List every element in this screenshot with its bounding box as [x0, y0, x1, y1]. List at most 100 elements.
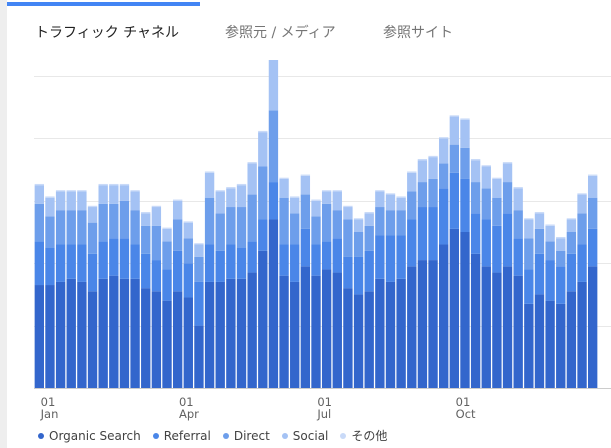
bar-segment[interactable] [119, 238, 130, 279]
bar-segment[interactable] [385, 193, 396, 195]
bar-segment[interactable] [45, 285, 55, 388]
bar-segment[interactable] [183, 238, 193, 264]
bar-segment[interactable] [321, 191, 332, 204]
bar-segment[interactable] [141, 288, 151, 388]
bar-segment[interactable] [364, 291, 374, 388]
tab-traffic-channel[interactable]: トラフィック チャネル [35, 22, 179, 42]
bar-segment[interactable] [34, 285, 44, 388]
bar-segment[interactable] [87, 205, 98, 208]
bar-segment[interactable] [396, 235, 406, 279]
bar-segment[interactable] [247, 241, 257, 273]
bar-segment[interactable] [258, 130, 268, 133]
bar-segment[interactable] [364, 250, 374, 292]
bar-segment[interactable] [407, 266, 417, 388]
bar-segment[interactable] [194, 281, 204, 326]
bar-segment[interactable] [385, 281, 396, 388]
bar-segment[interactable] [194, 243, 204, 245]
bar-segment[interactable] [566, 253, 577, 292]
bar-segment[interactable] [513, 210, 523, 239]
bar-segment[interactable] [534, 253, 545, 295]
bar-segment[interactable] [183, 222, 193, 239]
bar-segment[interactable] [460, 147, 470, 179]
bar-segment[interactable] [588, 228, 598, 267]
legend-item[interactable]: その他 [340, 427, 387, 444]
bar-segment[interactable] [524, 303, 534, 388]
bar-segment[interactable] [407, 171, 417, 173]
bar-segment[interactable] [353, 232, 364, 257]
bar-segment[interactable] [204, 244, 215, 282]
bar-segment[interactable] [439, 137, 449, 139]
bar-segment[interactable] [492, 272, 502, 388]
bar-segment[interactable] [439, 188, 449, 245]
bar-segment[interactable] [353, 256, 364, 295]
bar-segment[interactable] [162, 241, 172, 270]
bar-segment[interactable] [130, 244, 140, 279]
bar-segment[interactable] [577, 244, 587, 282]
bar-segment[interactable] [439, 138, 449, 164]
legend-item[interactable]: Organic Search [38, 429, 141, 443]
bar-segment[interactable] [151, 260, 162, 292]
bar-segment[interactable] [226, 278, 236, 388]
bar-segment[interactable] [513, 238, 523, 276]
bar-segment[interactable] [236, 183, 247, 186]
bar-segment[interactable] [577, 213, 587, 245]
bar-segment[interactable] [119, 185, 130, 201]
bar-segment[interactable] [502, 182, 513, 214]
bar-segment[interactable] [545, 241, 555, 261]
bar-segment[interactable] [375, 235, 385, 279]
bar-segment[interactable] [300, 174, 311, 176]
bar-segment[interactable] [55, 244, 66, 282]
bar-segment[interactable] [109, 203, 119, 239]
bar-segment[interactable] [556, 238, 566, 251]
bar-segment[interactable] [396, 210, 406, 236]
bar-segment[interactable] [183, 297, 193, 388]
bar-segment[interactable] [470, 253, 481, 388]
bar-segment[interactable] [417, 182, 428, 208]
bar-segment[interactable] [151, 205, 162, 208]
bar-segment[interactable] [98, 241, 108, 279]
bar-segment[interactable] [588, 175, 598, 198]
bar-segment[interactable] [534, 294, 545, 388]
bar-segment[interactable] [290, 213, 300, 245]
bar-segment[interactable] [332, 272, 342, 388]
bar-segment[interactable] [98, 185, 108, 204]
bar-segment[interactable] [194, 244, 204, 257]
bar-segment[interactable] [534, 212, 545, 214]
bar-segment[interactable] [66, 210, 76, 245]
bar-segment[interactable] [300, 194, 311, 229]
bar-segment[interactable] [321, 203, 332, 242]
bar-segment[interactable] [566, 232, 577, 254]
bar-segment[interactable] [87, 222, 98, 254]
bar-segment[interactable] [98, 183, 108, 186]
bar-segment[interactable] [481, 219, 491, 267]
bar-segment[interactable] [343, 288, 353, 388]
bar-segment[interactable] [34, 241, 44, 286]
bar-segment[interactable] [109, 185, 119, 204]
bar-segment[interactable] [268, 110, 279, 183]
bar-segment[interactable] [311, 244, 321, 276]
bar-segment[interactable] [130, 210, 140, 245]
bar-segment[interactable] [247, 163, 257, 195]
bar-segment[interactable] [130, 278, 140, 388]
bar-segment[interactable] [566, 218, 577, 220]
bar-segment[interactable] [343, 219, 353, 257]
legend-item[interactable]: Direct [222, 429, 270, 443]
bar-segment[interactable] [375, 207, 385, 236]
bar-segment[interactable] [151, 207, 162, 226]
bar-segment[interactable] [534, 228, 545, 254]
bar-segment[interactable] [204, 197, 215, 245]
tab-referral-sites[interactable]: 参照サイト [383, 22, 453, 42]
bar-segment[interactable] [183, 221, 193, 223]
bar-segment[interactable] [55, 190, 66, 192]
bar-segment[interactable] [130, 191, 140, 211]
bar-segment[interactable] [109, 183, 119, 186]
bar-segment[interactable] [66, 191, 76, 211]
bar-segment[interactable] [172, 291, 183, 388]
bar-segment[interactable] [247, 194, 257, 242]
bar-segment[interactable] [162, 227, 172, 229]
bar-segment[interactable] [279, 197, 289, 245]
bar-segment[interactable] [492, 197, 502, 226]
bar-segment[interactable] [321, 269, 332, 388]
bar-segment[interactable] [417, 207, 428, 261]
bar-segment[interactable] [545, 300, 555, 388]
